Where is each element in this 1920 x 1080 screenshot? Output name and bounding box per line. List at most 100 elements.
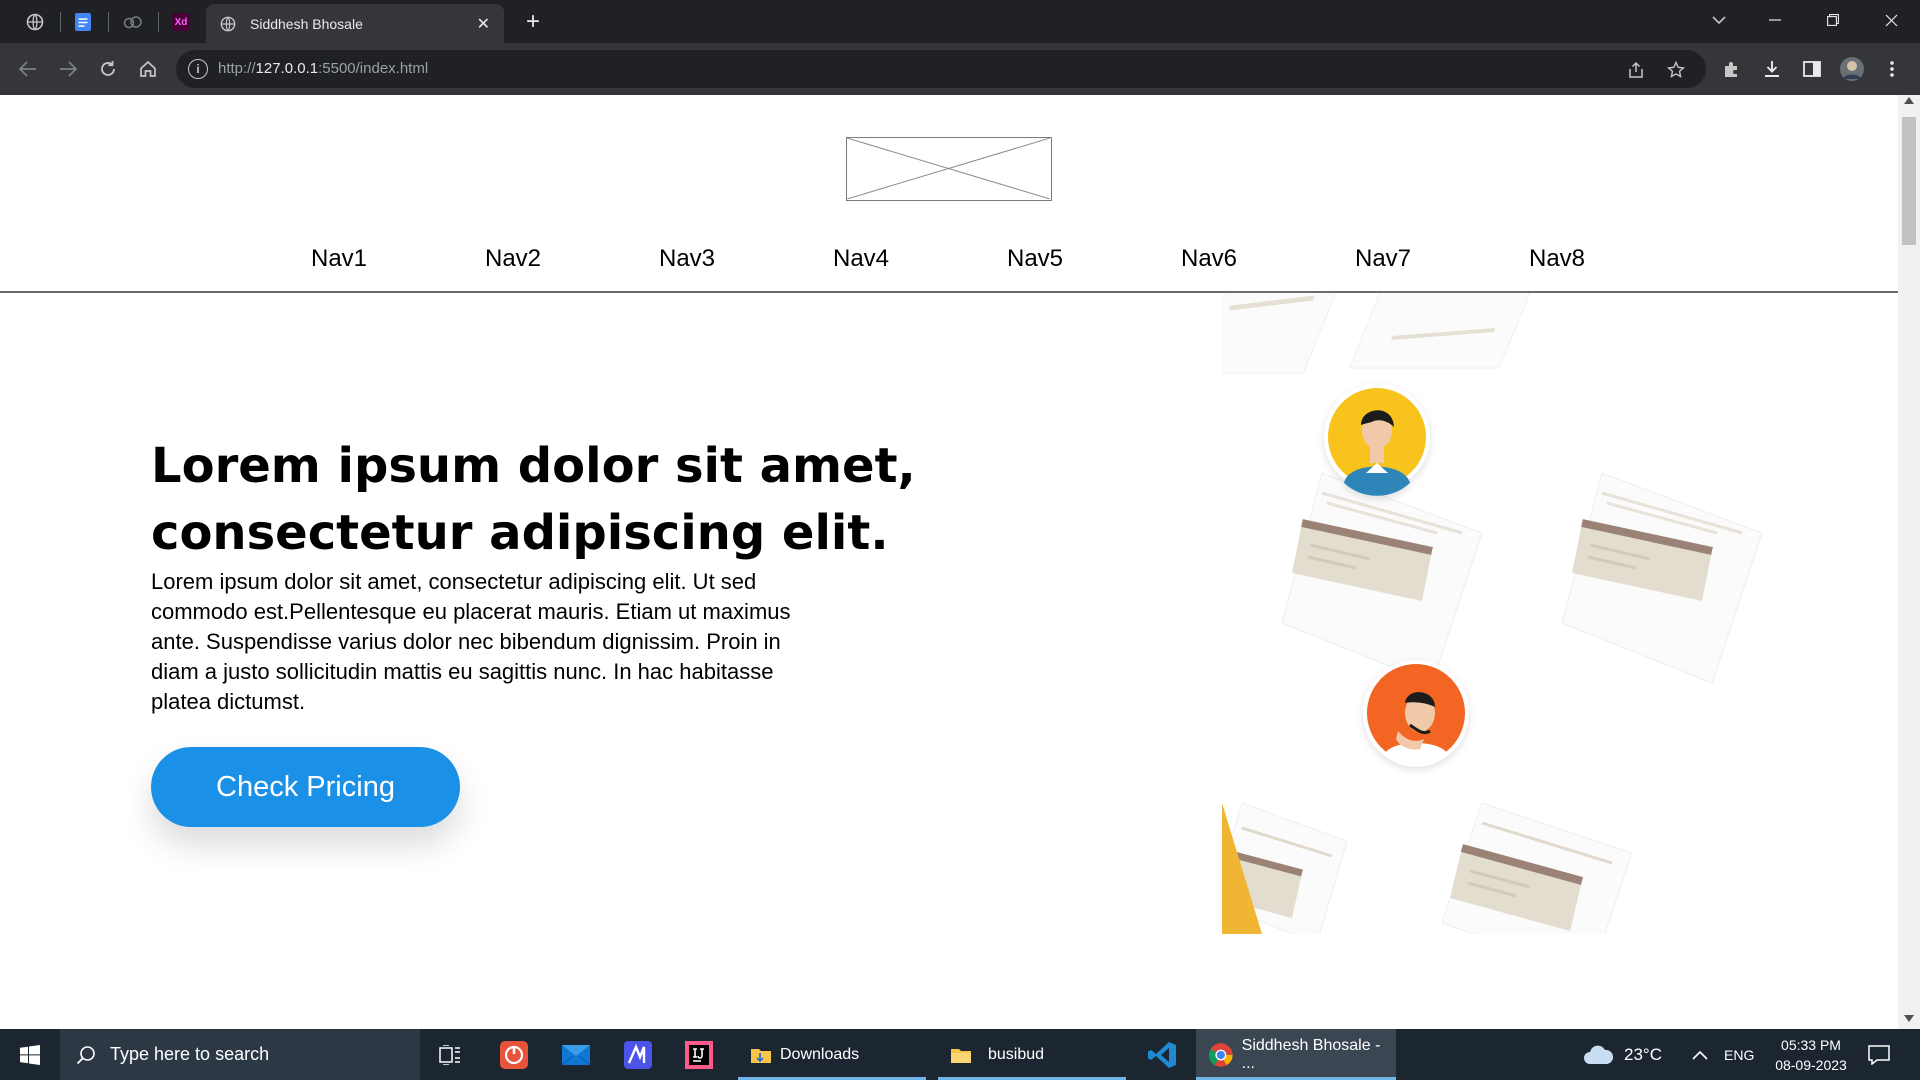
nav-item-7[interactable]: Nav7 [1323, 245, 1443, 273]
clock-date: 08-09-2023 [1775, 1057, 1847, 1073]
restore-button[interactable] [1810, 0, 1856, 40]
document-card [1561, 472, 1763, 684]
share-icon[interactable] [1624, 58, 1648, 82]
downloads-button[interactable] [1756, 53, 1788, 85]
page-viewport: Nav1 Nav2 Nav3 Nav4 Nav5 Nav6 Nav7 Nav8 … [0, 95, 1898, 1029]
scroll-thumb[interactable] [1902, 117, 1916, 245]
close-window-button[interactable] [1868, 0, 1914, 40]
check-pricing-button[interactable]: Check Pricing [151, 747, 460, 827]
chrome-icon [1208, 1042, 1233, 1067]
menu-button[interactable] [1876, 53, 1908, 85]
nav-item-8[interactable]: Nav8 [1497, 245, 1617, 273]
taskbar-app-mail[interactable] [558, 1037, 594, 1073]
creative-cloud-icon [123, 16, 142, 29]
forward-button[interactable] [52, 53, 84, 85]
side-panel-icon [1803, 61, 1821, 77]
taskbar-app-label: busibud [988, 1045, 1045, 1063]
tab-search-button[interactable] [1696, 0, 1742, 40]
taskbar-app-busibud[interactable]: busibud [938, 1029, 1126, 1080]
tray-overflow-button[interactable] [1692, 1029, 1708, 1080]
chevron-down-icon [1712, 15, 1726, 24]
nav-item-5[interactable]: Nav5 [975, 245, 1095, 273]
windows-icon [20, 1044, 40, 1065]
taskbar-app-intellij[interactable] [681, 1037, 717, 1073]
taskbar-app-power[interactable] [496, 1037, 532, 1073]
minimize-button[interactable] [1752, 0, 1798, 40]
taskbar-app-label: Siddhesh Bhosale - ... [1241, 1036, 1381, 1072]
ms-app-icon [624, 1041, 652, 1069]
profile-button[interactable] [1836, 53, 1868, 85]
url-text[interactable]: http://127.0.0.1:5500/index.html [218, 60, 428, 77]
taskbar-clock[interactable]: 05:33 PM 08-09-2023 [1768, 1035, 1854, 1075]
hero-title: Lorem ipsum dolor sit amet, consectetur … [151, 438, 916, 561]
bookmark-star-icon[interactable] [1664, 58, 1688, 82]
logo-placeholder [846, 137, 1052, 201]
taskbar-app-editor[interactable] [620, 1037, 656, 1073]
tab-title: Siddhesh Bhosale [250, 15, 363, 32]
search-placeholder: Type here to search [110, 1044, 270, 1064]
scroll-down-icon[interactable] [1904, 1015, 1914, 1024]
reload-icon [101, 61, 115, 76]
hero-illustration [1222, 293, 1782, 934]
docs-icon [75, 13, 91, 31]
url-scheme: http:// [218, 60, 256, 77]
close-icon [1885, 14, 1897, 26]
document-card [1222, 293, 1353, 374]
side-panel-button[interactable] [1796, 53, 1828, 85]
pinned-tab-docs[interactable] [66, 6, 100, 38]
taskbar-search[interactable]: Type here to search [60, 1029, 420, 1080]
folder-icon [951, 1048, 971, 1063]
home-button[interactable] [132, 53, 164, 85]
intellij-icon [685, 1041, 713, 1069]
vscode-icon [1148, 1042, 1176, 1068]
globe-icon [220, 16, 236, 31]
taskbar-app-vscode[interactable] [1144, 1037, 1180, 1073]
tab-separator [60, 12, 61, 32]
task-view-icon [439, 1045, 460, 1065]
nav-item-2[interactable]: Nav2 [453, 245, 573, 273]
nav-item-4[interactable]: Nav4 [801, 245, 921, 273]
url-rest: :5500/index.html [318, 60, 429, 77]
mail-icon [561, 1045, 591, 1066]
cloud-icon [1584, 1045, 1614, 1064]
nav-item-3[interactable]: Nav3 [627, 245, 747, 273]
site-info-icon[interactable]: i [188, 59, 208, 79]
start-button[interactable] [0, 1029, 60, 1080]
reload-button[interactable] [92, 53, 124, 85]
power-app-icon [500, 1041, 528, 1069]
taskbar-app-downloads[interactable]: Downloads [738, 1029, 926, 1080]
pinned-tab-xd[interactable]: Xd [164, 6, 198, 38]
weather-widget[interactable]: 23°C [1582, 1029, 1662, 1080]
browser-tab-bar: Xd Siddhesh Bhosale ✕ + [0, 0, 1920, 43]
home-icon [140, 60, 156, 77]
notifications-button[interactable] [1868, 1029, 1890, 1080]
document-card [1441, 802, 1633, 934]
nav-item-6[interactable]: Nav6 [1149, 245, 1269, 273]
page-scrollbar[interactable] [1898, 95, 1920, 1029]
language-indicator[interactable]: ENG [1724, 1029, 1754, 1080]
xd-icon: Xd [172, 13, 190, 31]
arrow-left-icon [19, 61, 36, 77]
new-tab-button[interactable]: + [518, 7, 548, 37]
nav-item-1[interactable]: Nav1 [279, 245, 399, 273]
pinned-tab-cloud[interactable] [116, 6, 150, 38]
puzzle-icon [1725, 62, 1737, 77]
address-bar[interactable]: i http://127.0.0.1:5500/index.html [176, 50, 1706, 88]
tab-active[interactable]: Siddhesh Bhosale ✕ [206, 4, 504, 43]
notification-icon [1868, 1044, 1890, 1065]
back-button[interactable] [12, 53, 44, 85]
tab-close-icon[interactable]: ✕ [477, 14, 490, 34]
pinned-tab-globe[interactable] [18, 6, 52, 38]
arrow-right-icon [60, 61, 77, 77]
restore-icon [1827, 14, 1839, 26]
scroll-up-icon[interactable] [1904, 97, 1914, 106]
tab-separator [108, 12, 109, 32]
search-icon [76, 1045, 95, 1064]
extensions-button[interactable] [1716, 53, 1748, 85]
document-card [1348, 293, 1553, 369]
more-vert-icon [1890, 61, 1894, 77]
task-view-button[interactable] [432, 1037, 468, 1073]
folder-icon [751, 1048, 771, 1063]
minimize-icon [1769, 19, 1781, 21]
taskbar-app-chrome[interactable]: Siddhesh Bhosale - ... [1196, 1029, 1396, 1080]
